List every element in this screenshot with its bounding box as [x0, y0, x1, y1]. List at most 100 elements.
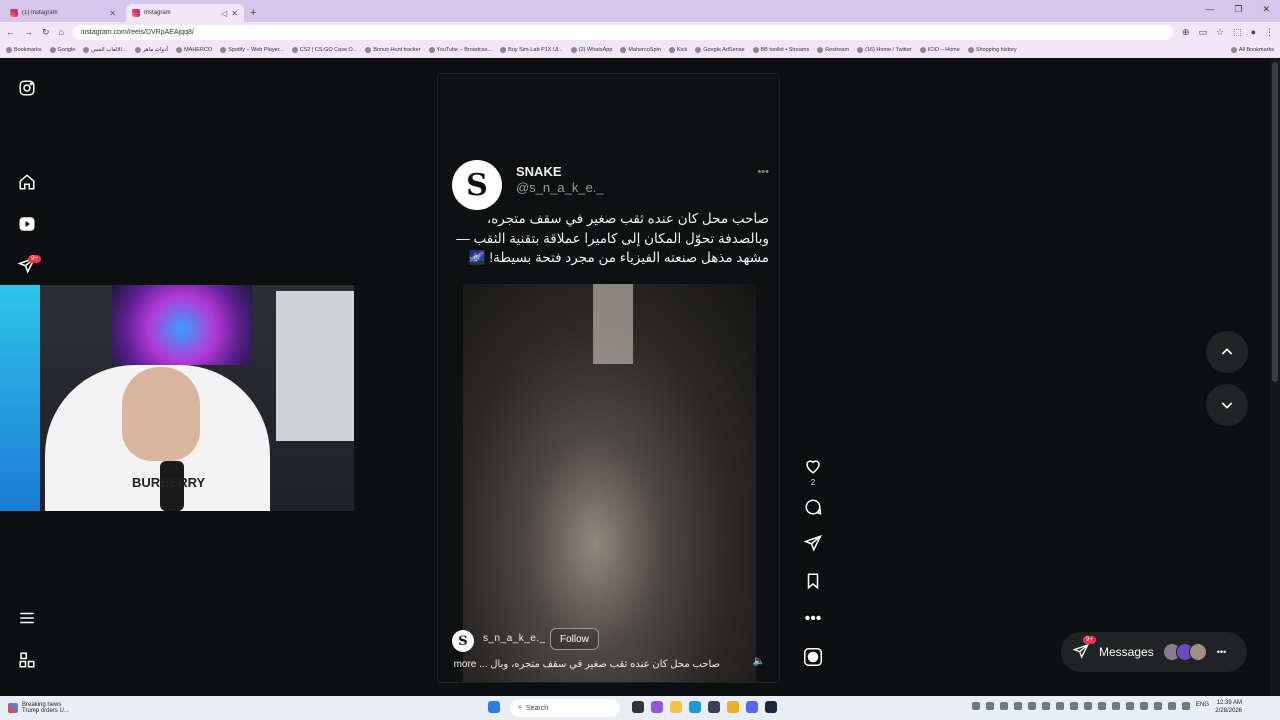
avatar — [1188, 643, 1207, 661]
store-icon[interactable] — [708, 701, 720, 713]
profile-icon[interactable]: ● — [1251, 27, 1256, 37]
cast-icon[interactable]: ▭ — [1198, 27, 1207, 38]
tab-instagram-2[interactable]: Instagram ◁ ✕ — [126, 4, 244, 22]
tray-app-icon[interactable] — [1084, 702, 1092, 710]
audio-avatar-icon[interactable] — [803, 647, 823, 667]
author-avatar[interactable]: S — [452, 160, 502, 210]
close-tab-icon[interactable]: ✕ — [231, 9, 238, 18]
footer-username[interactable]: s_n_a_k_e._ — [483, 633, 546, 644]
caption-more-link[interactable]: ... more — [454, 659, 488, 670]
zoom-icon[interactable]: ⊕ — [1182, 27, 1190, 38]
tray-app-icon[interactable] — [1154, 702, 1162, 710]
also-from-meta-icon[interactable] — [17, 650, 37, 670]
like-icon[interactable] — [803, 456, 823, 476]
all-bookmarks[interactable]: All Bookmarks — [1230, 47, 1274, 53]
next-reel-button[interactable] — [1206, 384, 1248, 426]
bookmark-item[interactable]: MahercoSpin — [620, 47, 661, 53]
comment-icon[interactable] — [803, 497, 823, 517]
tray-app-icon[interactable] — [1098, 702, 1106, 710]
tray-app-icon[interactable] — [1140, 702, 1148, 710]
back-icon[interactable]: ← — [6, 27, 15, 37]
more-menu-icon[interactable] — [17, 608, 37, 628]
mute-tab-icon[interactable]: ◁ — [221, 9, 227, 18]
tray-app-icon[interactable] — [1028, 702, 1036, 710]
bookmark-item[interactable]: Buy Sim-Lab P1X Ul... — [500, 47, 563, 53]
start-icon[interactable] — [488, 701, 500, 713]
bookmark-item[interactable]: Kick — [668, 47, 687, 53]
taskbar-search[interactable]: ⌕ Search — [510, 699, 620, 717]
tray-language[interactable]: ENG — [1196, 702, 1209, 710]
news-widget[interactable]: Breaking news Trump orders U... — [0, 702, 200, 714]
tray-app-icon[interactable] — [986, 702, 994, 710]
page-scrollbar[interactable] — [1270, 58, 1280, 696]
discord-icon[interactable] — [746, 701, 758, 713]
clock[interactable]: 12:39 AM 2/28/2026 — [1215, 699, 1242, 715]
tray-app-icon[interactable] — [1182, 702, 1190, 710]
tray-app-icon[interactable] — [1112, 702, 1120, 710]
bookmark-label: Spotify – Web Player... — [228, 47, 284, 53]
menu-icon[interactable]: ⋮ — [1265, 27, 1274, 38]
star-icon[interactable]: ☆ — [1216, 27, 1224, 38]
edge-icon[interactable] — [689, 701, 701, 713]
bookmark-item[interactable]: BB toolkit • Streams — [752, 47, 809, 53]
tray-app-icon[interactable] — [1126, 702, 1134, 710]
footer-avatar[interactable]: S — [452, 630, 474, 652]
tray-app-icon[interactable] — [1056, 702, 1064, 710]
tray-app-icon[interactable] — [1042, 702, 1050, 710]
bookmark-item[interactable]: MAHERCO — [176, 47, 212, 53]
reels-nav-icon[interactable] — [17, 214, 37, 234]
search-icon: ⌕ — [518, 704, 522, 711]
chrome-icon[interactable] — [727, 701, 739, 713]
bookmark-item[interactable]: Google — [49, 47, 75, 53]
home-icon[interactable]: ⌂ — [59, 27, 64, 37]
post-options-icon[interactable]: ••• — [757, 166, 769, 178]
bookmark-item[interactable]: YouTube – Broadcas... — [428, 47, 492, 53]
bookmark-item[interactable]: (16) Home / Twitter — [857, 47, 912, 53]
home-nav-icon[interactable] — [17, 172, 37, 192]
follow-button[interactable]: Follow — [550, 628, 599, 650]
save-icon[interactable] — [803, 571, 823, 591]
task-view-icon[interactable] — [632, 701, 644, 713]
close-window-button[interactable]: ✕ — [1262, 4, 1270, 15]
copilot-icon[interactable] — [651, 701, 663, 713]
tab-instagram-1[interactable]: (1) Instagram ✕ — [4, 4, 122, 22]
tray-app-icon[interactable] — [1014, 702, 1022, 710]
bookmark-item[interactable]: Spotify – Web Player... — [220, 47, 284, 53]
scrollbar-thumb[interactable] — [1272, 62, 1278, 382]
new-tab-button[interactable]: + — [250, 7, 256, 19]
volume-icon[interactable]: 🔈 — [753, 656, 765, 667]
steam-icon[interactable] — [765, 701, 777, 713]
reload-icon[interactable]: ↻ — [42, 27, 50, 38]
bookmark-item[interactable]: Bonus Hunt tracker — [365, 47, 421, 53]
maximize-button[interactable]: ❐ — [1234, 4, 1242, 15]
tray-app-icon[interactable] — [1070, 702, 1078, 710]
previous-reel-button[interactable] — [1206, 331, 1248, 373]
tray-app-icon[interactable] — [972, 702, 980, 710]
url-input[interactable]: instagram.com/reels/DVRpAEAjqq8/ — [72, 24, 1173, 40]
tray-app-icon[interactable] — [1168, 702, 1176, 710]
bookmark-item[interactable]: Google AdSense — [695, 47, 745, 53]
bookmark-item[interactable]: ICIO – Home — [919, 47, 960, 53]
bookmark-item[interactable]: (2) WhatsApp — [570, 47, 612, 53]
caption-preview[interactable]: صاحب محل كان عنده ثقب صغير في سقف متجره،… — [450, 659, 720, 670]
extensions-icon[interactable]: ⬚ — [1233, 27, 1242, 38]
reel-video[interactable] — [463, 284, 756, 682]
bookmark-item[interactable]: الالعاب المس... — [83, 47, 127, 53]
bookmark-item[interactable]: CS2 | CS:GO Case O... — [291, 47, 357, 53]
bookmark-item[interactable]: Bookmarks — [6, 47, 42, 53]
more-options-icon[interactable]: ••• — [803, 609, 823, 629]
bookmark-item[interactable]: Restream — [817, 47, 849, 53]
minimize-button[interactable]: — — [1205, 4, 1214, 15]
bookmark-item[interactable]: أدوات ماهر — [134, 47, 168, 53]
close-tab-icon[interactable]: ✕ — [109, 9, 116, 18]
forward-icon[interactable]: → — [24, 27, 33, 37]
bookmark-label: ICIO – Home — [927, 47, 960, 53]
file-explorer-icon[interactable] — [670, 701, 682, 713]
bookmark-item[interactable]: Shopping history — [967, 47, 1017, 53]
reel-post[interactable]: S SNAKE @s_n_a_k_e._ ••• صاحب محل كان عن… — [437, 73, 780, 683]
tray-app-icon[interactable] — [1000, 702, 1008, 710]
tab-title: (1) Instagram — [22, 10, 58, 16]
messages-button[interactable]: 9+ Messages ••• — [1061, 632, 1247, 672]
share-icon[interactable] — [803, 533, 823, 553]
instagram-logo-icon[interactable] — [17, 78, 37, 98]
